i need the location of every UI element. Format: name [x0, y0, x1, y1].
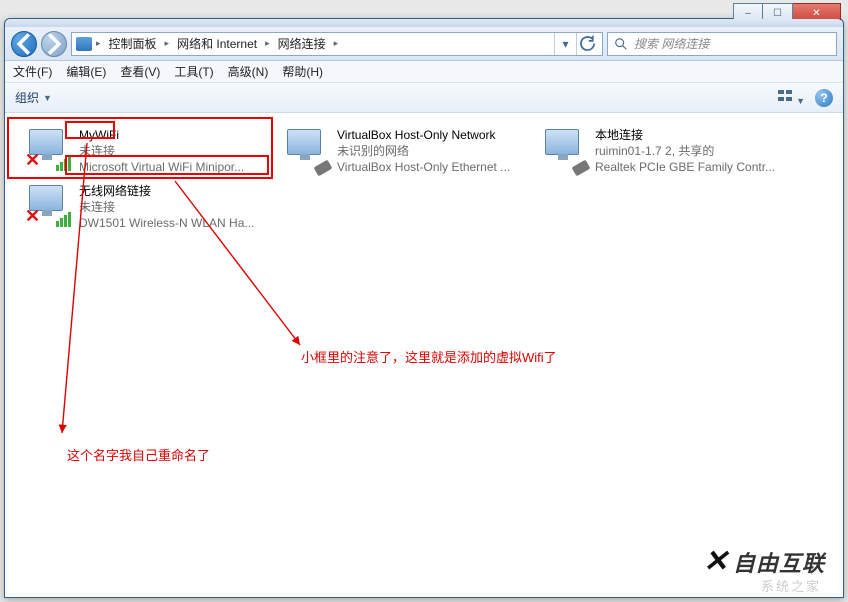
connection-name: VirtualBox Host-Only Network [337, 127, 510, 143]
wifi-adapter-icon: ✕ [25, 127, 71, 171]
back-button[interactable] [11, 31, 37, 57]
connection-device: Microsoft Virtual WiFi Minipor... [79, 159, 244, 175]
chevron-right-icon: ▸ [265, 38, 270, 49]
watermark-sub: 系统之家 [761, 576, 821, 595]
search-input[interactable]: 搜索 网络连接 [607, 32, 837, 56]
chevron-right-icon: ▸ [334, 38, 339, 49]
chevron-right-icon: ▸ [96, 38, 101, 49]
search-placeholder: 搜索 网络连接 [634, 35, 709, 52]
connection-name: 本地连接 [595, 127, 775, 143]
menu-help[interactable]: 帮助(H) [282, 63, 323, 80]
explorer-window: – ☐ ✕ ▸ 控制面板 ▸ 网络和 Internet ▸ 网络连接 ▸ ▾ [4, 18, 844, 598]
content-area: ✕ MyWiFi 未连接 Microsoft Virtual WiFi Mini… [5, 113, 843, 597]
search-icon [614, 37, 628, 51]
breadcrumb-network-internet[interactable]: 网络和 Internet [173, 35, 261, 52]
connection-item-local[interactable]: 本地连接 ruimin01-1.7 2, 共享的 Realtek PCIe GB… [535, 123, 793, 179]
menu-view[interactable]: 查看(V) [120, 63, 160, 80]
connections-list: ✕ MyWiFi 未连接 Microsoft Virtual WiFi Mini… [19, 123, 829, 235]
help-button[interactable]: ? [815, 89, 833, 107]
address-bar[interactable]: ▸ 控制面板 ▸ 网络和 Internet ▸ 网络连接 ▸ ▾ [71, 32, 603, 56]
annotation-text-2: 这个名字我自己重命名了 [67, 445, 210, 464]
forward-button[interactable] [41, 31, 67, 57]
network-folder-icon [76, 37, 92, 51]
titlebar[interactable] [5, 19, 843, 27]
watermark-logo-icon: ✕ [703, 544, 729, 579]
menu-file[interactable]: 文件(F) [13, 63, 52, 80]
connection-item-virtualbox[interactable]: VirtualBox Host-Only Network 未识别的网络 Virt… [277, 123, 535, 179]
menu-advanced[interactable]: 高级(N) [228, 63, 269, 80]
connection-status: 未连接 [79, 143, 244, 159]
connection-item-mywifi[interactable]: ✕ MyWiFi 未连接 Microsoft Virtual WiFi Mini… [19, 123, 277, 179]
connection-status: 未识别的网络 [337, 143, 510, 159]
ethernet-adapter-icon [541, 127, 587, 171]
connection-status: 未连接 [79, 199, 254, 215]
organize-button[interactable]: 组织 [15, 89, 39, 106]
menu-tools[interactable]: 工具(T) [174, 63, 213, 80]
watermark-text: 自由互联 [733, 546, 825, 578]
chevron-right-icon: ▸ [165, 38, 170, 49]
connection-device: Realtek PCIe GBE Family Contr... [595, 159, 775, 175]
connection-status: ruimin01-1.7 2, 共享的 [595, 143, 775, 159]
connection-device: VirtualBox Host-Only Ethernet ... [337, 159, 510, 175]
connection-item-wireless[interactable]: ✕ 无线网络链接 未连接 DW1501 Wireless-N WLAN Ha..… [19, 179, 277, 235]
command-bar: 组织 ▼ ▼ ? [5, 83, 843, 113]
wifi-adapter-icon: ✕ [25, 183, 71, 227]
view-options-button[interactable]: ▼ [777, 88, 805, 107]
menu-bar: 文件(F) 编辑(E) 查看(V) 工具(T) 高级(N) 帮助(H) [5, 61, 843, 83]
breadcrumb-network-connections[interactable]: 网络连接 [274, 35, 330, 52]
menu-edit[interactable]: 编辑(E) [66, 63, 106, 80]
navigation-bar: ▸ 控制面板 ▸ 网络和 Internet ▸ 网络连接 ▸ ▾ 搜索 网络连接 [5, 27, 843, 61]
address-tail: ▾ [554, 33, 598, 55]
watermark: ✕ 自由互联 [703, 544, 825, 579]
connection-device: DW1501 Wireless-N WLAN Ha... [79, 215, 254, 231]
chevron-down-icon: ▼ [43, 93, 52, 103]
address-dropdown-button[interactable]: ▾ [554, 33, 576, 55]
annotation-text-1: 小框里的注意了，这里就是添加的虚拟Wifi了 [301, 347, 557, 366]
connection-name: MyWiFi [79, 127, 244, 143]
refresh-button[interactable] [576, 33, 598, 55]
breadcrumb-control-panel[interactable]: 控制面板 [105, 35, 161, 52]
ethernet-adapter-icon [283, 127, 329, 171]
connection-name: 无线网络链接 [79, 183, 254, 199]
